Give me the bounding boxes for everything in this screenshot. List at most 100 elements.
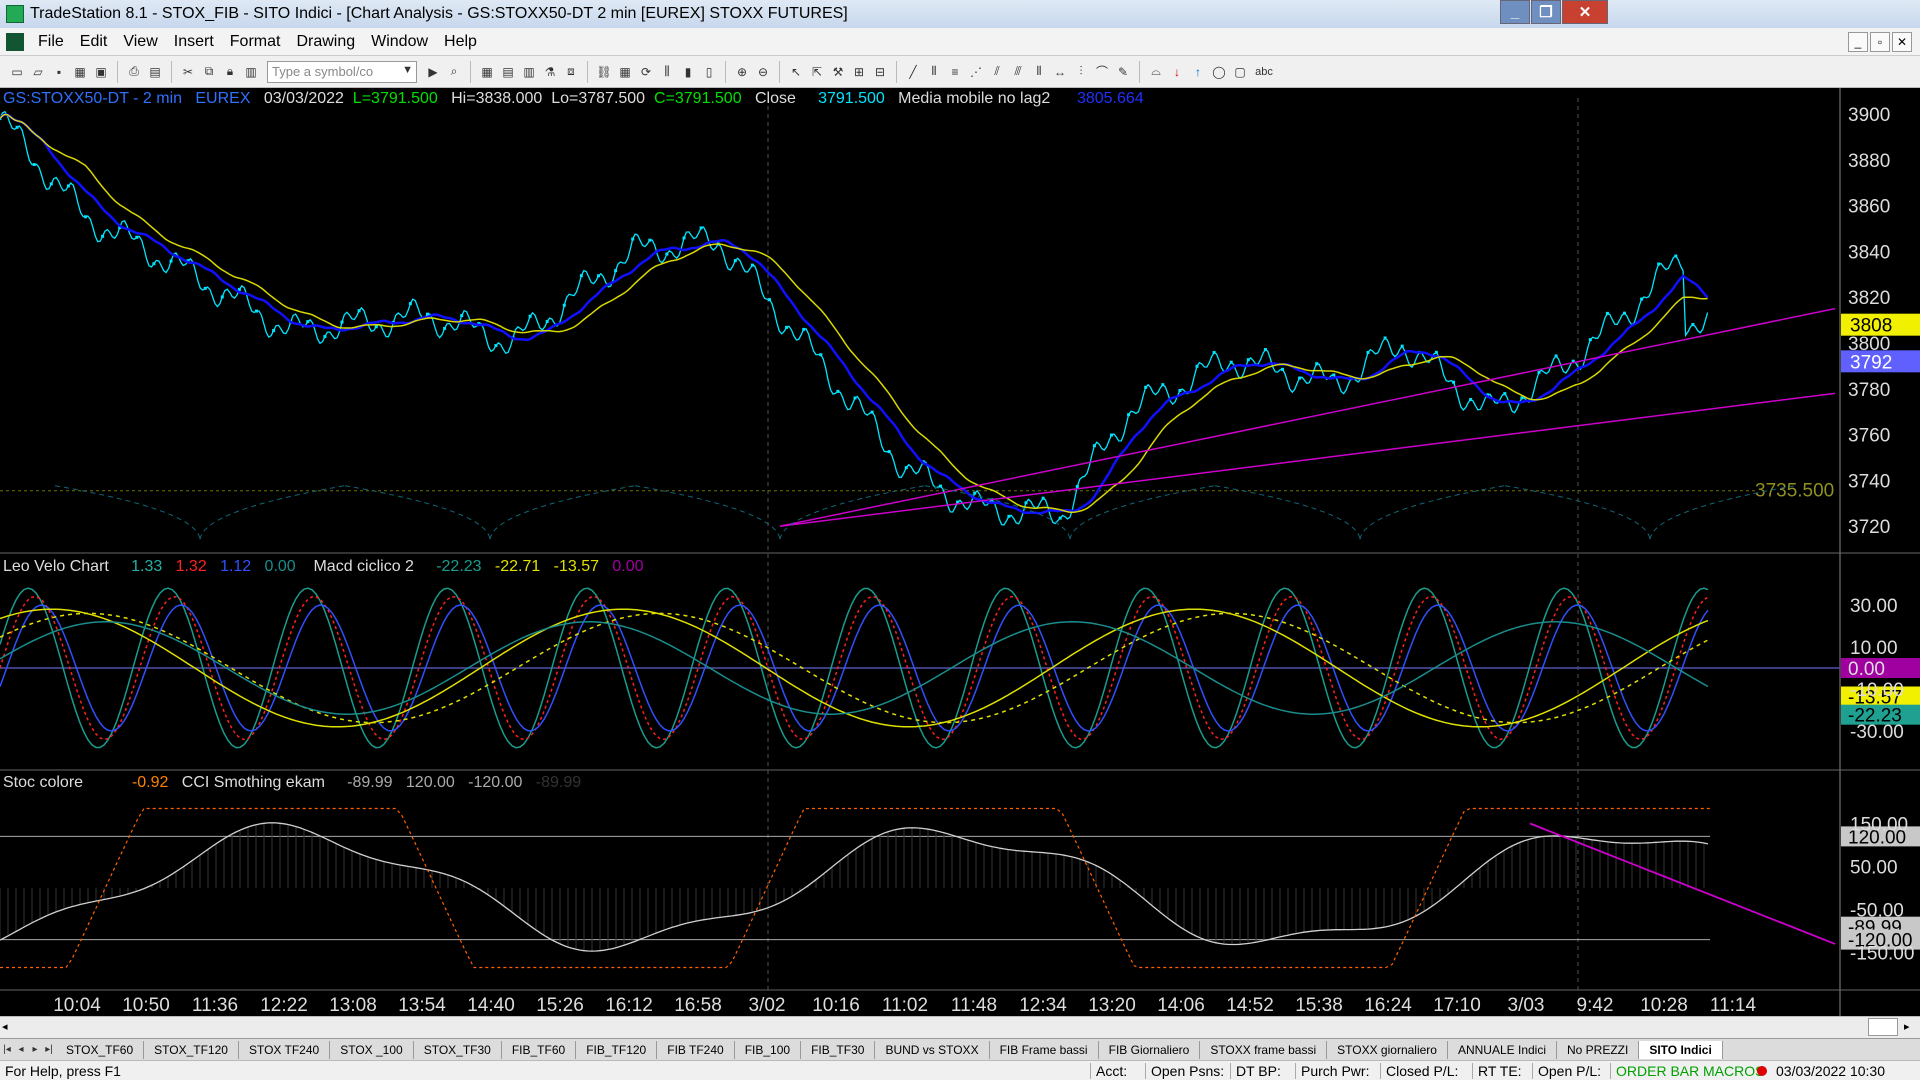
strategy-icon[interactable]: ⧈ (562, 63, 580, 81)
tab-annuale-indici[interactable]: ANNUALE Indici (1448, 1040, 1557, 1059)
go-arrow-icon[interactable]: ▶ (424, 63, 442, 81)
scrollbar-thumb[interactable] (1868, 1018, 1898, 1036)
regression-icon[interactable]: ⫻ (1009, 63, 1027, 81)
menu-help[interactable]: Help (436, 33, 485, 51)
symbol-lookup-icon[interactable]: ⌕ (445, 63, 463, 81)
open-folder-icon[interactable]: ▱ (29, 63, 47, 81)
freehand-icon[interactable]: ✎ (1114, 63, 1132, 81)
andrews-pitchfork-icon[interactable]: ⫶ (1072, 63, 1090, 81)
bar-type-icon[interactable]: ⫼ (658, 63, 676, 81)
tab-stox-100[interactable]: STOX _100 (330, 1040, 414, 1059)
print-preview-icon[interactable]: ▤ (146, 63, 164, 81)
scroll-right-icon[interactable]: ▸ (1904, 1020, 1910, 1033)
horizontal-lines-icon[interactable]: ≡ (946, 63, 964, 81)
tab-stoxx-giornaliero[interactable]: STOXX giornaliero (1327, 1040, 1448, 1059)
zoom-out-icon[interactable]: ⊖ (754, 63, 772, 81)
save-icon[interactable]: ▪ (50, 63, 68, 81)
tab-stoxx-frame-bassi[interactable]: STOXX frame bassi (1200, 1040, 1328, 1059)
pointer-icon[interactable]: ↖ (787, 63, 805, 81)
tab-prev-icon[interactable]: ◂ (14, 1042, 28, 1058)
fib-arcs-icon[interactable]: ⌒ (1093, 63, 1111, 81)
data-window-icon[interactable]: ▯ (700, 63, 718, 81)
hide-icon[interactable]: ⊟ (871, 63, 889, 81)
menu-edit[interactable]: Edit (72, 33, 116, 51)
tab-fib-tf60[interactable]: FIB_TF60 (502, 1040, 577, 1059)
print-icon[interactable]: ⎙ (125, 63, 143, 81)
osc-value-tag-label: 0.00 (1848, 659, 1885, 680)
menu-window[interactable]: Window (363, 33, 436, 51)
text-tool-icon[interactable]: abc (1252, 63, 1276, 81)
scanner-icon[interactable]: ⚗ (541, 63, 559, 81)
gann-fan-icon[interactable]: ⫴ (925, 63, 943, 81)
fib-fan-icon[interactable]: ⫽ (988, 63, 1006, 81)
tab-next-icon[interactable]: ▸ (28, 1042, 42, 1058)
chart-horizontal-scrollbar[interactable]: ◂ ▸ (0, 1016, 1920, 1038)
tab-fib-frame-bassi[interactable]: FIB Frame bassi (990, 1040, 1099, 1059)
symbol-input[interactable]: Type a symbol/co ▼ (267, 60, 417, 83)
save-workspace-icon[interactable]: ▣ (92, 63, 110, 81)
open-workspace-icon[interactable]: ▦ (71, 63, 89, 81)
zoom-in-icon[interactable]: ⊕ (733, 63, 751, 81)
status-macros[interactable]: MACROS (1698, 1063, 1764, 1079)
price-marker (1110, 433, 1113, 437)
window-minimize-button[interactable]: _ (1500, 0, 1530, 24)
tab-last-icon[interactable]: ▸| (42, 1042, 56, 1058)
tab-fib-100[interactable]: FIB_100 (735, 1040, 802, 1059)
window-close-button[interactable]: ✕ (1562, 0, 1608, 24)
rectangle-icon[interactable]: ▢ (1231, 63, 1249, 81)
arc-icon[interactable]: ⌓ (1147, 63, 1165, 81)
chart-analysis-window[interactable]: 3735.500 3808 3792 0.00 -13.57 -22.23 120.00… (0, 88, 1920, 1024)
matrix-icon[interactable]: ▥ (520, 63, 538, 81)
menu-file[interactable]: File (30, 33, 72, 51)
horizontal-line-icon[interactable]: ↔ (1051, 63, 1069, 81)
menu-drawing[interactable]: Drawing (288, 33, 363, 51)
status-open-positions: Open Psns: (1145, 1062, 1230, 1079)
tab-fib-tf240[interactable]: FIB TF240 (657, 1040, 735, 1059)
chart-analysis-icon[interactable]: ▦ (478, 63, 496, 81)
menu-view[interactable]: View (115, 33, 165, 51)
speed-lines-icon[interactable]: ⋰ (967, 63, 985, 81)
window-restore-button[interactable]: ❐ (1531, 0, 1561, 24)
paste-icon[interactable]: ▥ (242, 63, 260, 81)
trendline-tool-icon[interactable]: ╱ (904, 63, 922, 81)
new-file-icon[interactable]: ▭ (8, 63, 26, 81)
vertical-lines-icon[interactable]: ⦀ (1030, 63, 1048, 81)
tab-no-prezzi[interactable]: No PREZZI (1557, 1040, 1640, 1059)
chevron-down-icon[interactable]: ▼ (402, 64, 413, 76)
link-icon[interactable]: ⛓ (595, 63, 613, 81)
tab-sito-indici[interactable]: SITO Indici (1639, 1040, 1723, 1059)
refresh-icon[interactable]: ⟳ (637, 63, 655, 81)
tab-bund-vs-stoxx[interactable]: BUND vs STOXX (875, 1040, 990, 1059)
ellipse-icon[interactable]: ◯ (1210, 63, 1228, 81)
menu-insert[interactable]: Insert (166, 33, 222, 51)
tab-fib-tf30[interactable]: FIB_TF30 (801, 1040, 876, 1059)
cut-icon[interactable]: ✂ (179, 63, 197, 81)
drawing-object-icon[interactable]: ⇱ (808, 63, 826, 81)
format-icon[interactable]: ⊞ (850, 63, 868, 81)
menu-format[interactable]: Format (222, 33, 289, 51)
status-order-bar[interactable]: ORDER BAR (1610, 1062, 1699, 1079)
tools-icon[interactable]: ⚒ (829, 63, 847, 81)
tab-stox-tf240[interactable]: STOX TF240 (239, 1040, 331, 1059)
chart-canvas[interactable]: 3735.50038083792 0.00-13.57-22.23 120.00… (0, 88, 1920, 1016)
tab-fib-giornaliero[interactable]: FIB Giornaliero (1099, 1040, 1201, 1059)
document-icon[interactable] (6, 32, 24, 51)
radarscreen-icon[interactable]: ▤ (499, 63, 517, 81)
mdi-restore-button[interactable]: ▫ (1870, 32, 1890, 52)
tab-stox-tf30[interactable]: STOX_TF30 (414, 1040, 502, 1059)
tab-stox-tf120[interactable]: STOX_TF120 (144, 1040, 239, 1059)
scroll-left-icon[interactable]: ◂ (2, 1020, 8, 1033)
copy-icon[interactable]: ⧉ (200, 63, 218, 81)
candle-icon[interactable]: ▮ (679, 63, 697, 81)
lock-icon[interactable]: 🔒︎ (221, 63, 239, 81)
tradestation-app-icon (6, 5, 24, 23)
arrow-down-icon[interactable]: ↓ (1168, 63, 1186, 81)
tab-stox-tf60[interactable]: STOX_TF60 (56, 1040, 145, 1059)
tab-fib-tf120[interactable]: FIB_TF120 (576, 1040, 658, 1059)
mdi-minimize-button[interactable]: _ (1848, 32, 1868, 52)
mdi-close-button[interactable]: ✕ (1892, 32, 1912, 52)
tab-first-icon[interactable]: |◂ (0, 1042, 14, 1058)
grid-icon[interactable]: ▦ (616, 63, 634, 81)
price-marker (1195, 364, 1199, 368)
arrow-up-icon[interactable]: ↑ (1189, 63, 1207, 81)
